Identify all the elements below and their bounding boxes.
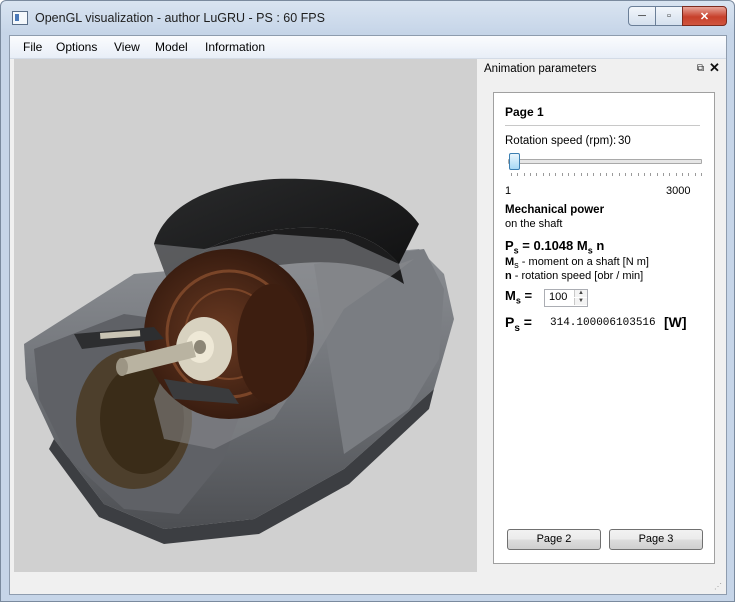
menu-view[interactable]: View (114, 40, 140, 54)
slider-max-label: 3000 (666, 185, 691, 197)
slider-tick (701, 173, 702, 176)
slider-tick (663, 173, 664, 176)
mechanical-power-subtitle: on the shaft (505, 218, 563, 230)
close-icon[interactable]: ✕ (709, 61, 720, 74)
slider-ticks (511, 173, 702, 177)
slider-tick (669, 173, 671, 176)
menu-file[interactable]: File (23, 40, 42, 54)
minimize-button[interactable]: ─ (628, 6, 656, 26)
slider-tick (517, 173, 519, 176)
slider-tick (587, 173, 588, 176)
menu-options[interactable]: Options (56, 40, 97, 54)
menu-information[interactable]: Information (205, 40, 265, 54)
slider-tick (675, 173, 677, 176)
menu-bar: File Options View Model Information (10, 36, 726, 59)
rotation-speed-label: Rotation speed (rpm): (505, 135, 617, 147)
opengl-viewport[interactable] (14, 59, 477, 572)
mechanical-power-title: Mechanical power (505, 204, 605, 216)
slider-tick (599, 173, 601, 176)
power-unit: [W] (664, 314, 687, 330)
slider-tick (644, 173, 645, 176)
slider-tick (637, 173, 639, 176)
spin-down-icon[interactable]: ▼ (574, 298, 587, 305)
slider-tick (656, 173, 658, 176)
slider-tick (612, 173, 614, 176)
rotation-speed-value: 30 (618, 135, 631, 147)
app-window-icon (12, 11, 28, 25)
resize-grip-icon[interactable]: ⋰ (714, 582, 724, 592)
motor-3d-model (24, 178, 454, 544)
slider-tick (555, 173, 557, 176)
slider-tick (593, 173, 595, 176)
window-title: OpenGL visualization - author LuGRU - PS… (35, 11, 325, 25)
page-2-button[interactable]: Page 2 (507, 529, 601, 550)
slider-tick (542, 173, 544, 176)
moment-definition: Ms - moment on a shaft [N m] (505, 256, 649, 271)
rotation-speed-slider[interactable] (508, 159, 702, 164)
title-bar[interactable]: OpenGL visualization - author LuGRU - PS… (1, 1, 734, 35)
slider-tick (580, 173, 582, 176)
slider-tick (694, 173, 696, 176)
menu-model[interactable]: Model (155, 40, 188, 54)
power-output-value: 314.100006103516 (550, 317, 656, 329)
dock-title-bar[interactable]: Animation parameters ⧉ ✕ (480, 59, 724, 79)
animation-parameters-dock: Animation parameters ⧉ ✕ Page 1 Rotation… (480, 59, 724, 572)
caption-buttons: ─ ▫ ✕ (628, 6, 727, 26)
client-area: File Options View Model Information Anim… (9, 35, 727, 595)
close-button[interactable]: ✕ (682, 6, 727, 26)
page-3-button[interactable]: Page 3 (609, 529, 703, 550)
slider-tick (523, 173, 525, 176)
spin-up-icon[interactable]: ▲ (574, 290, 587, 297)
slider-tick (625, 173, 626, 176)
maximize-button[interactable]: ▫ (655, 6, 683, 26)
slider-tick (530, 173, 531, 176)
slider-min-label: 1 (505, 185, 512, 197)
speed-definition: n - rotation speed [obr / min] (505, 270, 644, 282)
slider-tick (631, 173, 633, 176)
slider-tick (650, 173, 652, 176)
float-icon[interactable]: ⧉ (695, 63, 706, 74)
slider-thumb[interactable] (508, 153, 520, 170)
slider-tick (568, 173, 569, 176)
slider-tick (688, 173, 690, 176)
divider (505, 125, 700, 126)
moment-spinbox-value[interactable]: 100 (549, 291, 567, 303)
power-formula: Ps = 0.1048 Ms n (505, 238, 605, 256)
slider-tick (618, 173, 620, 176)
status-bar: ⋰ (10, 575, 726, 594)
slider-tick (561, 173, 563, 176)
dock-title: Animation parameters (484, 63, 597, 75)
slider-tick (682, 173, 683, 176)
slider-tick (549, 173, 550, 176)
moment-spinbox[interactable]: 100 ▲ ▼ (544, 289, 588, 307)
slider-tick (574, 173, 576, 176)
moment-input-label: Ms = (505, 288, 533, 306)
slider-tick (536, 173, 538, 176)
page-1-panel: Page 1 Rotation speed (rpm): 30 1 3000 M… (493, 92, 715, 564)
main-window: OpenGL visualization - author LuGRU - PS… (0, 0, 735, 602)
slider-tick (511, 173, 512, 176)
slider-tick (606, 173, 607, 176)
page-title: Page 1 (505, 105, 544, 119)
power-output-label: Ps = (505, 314, 532, 334)
